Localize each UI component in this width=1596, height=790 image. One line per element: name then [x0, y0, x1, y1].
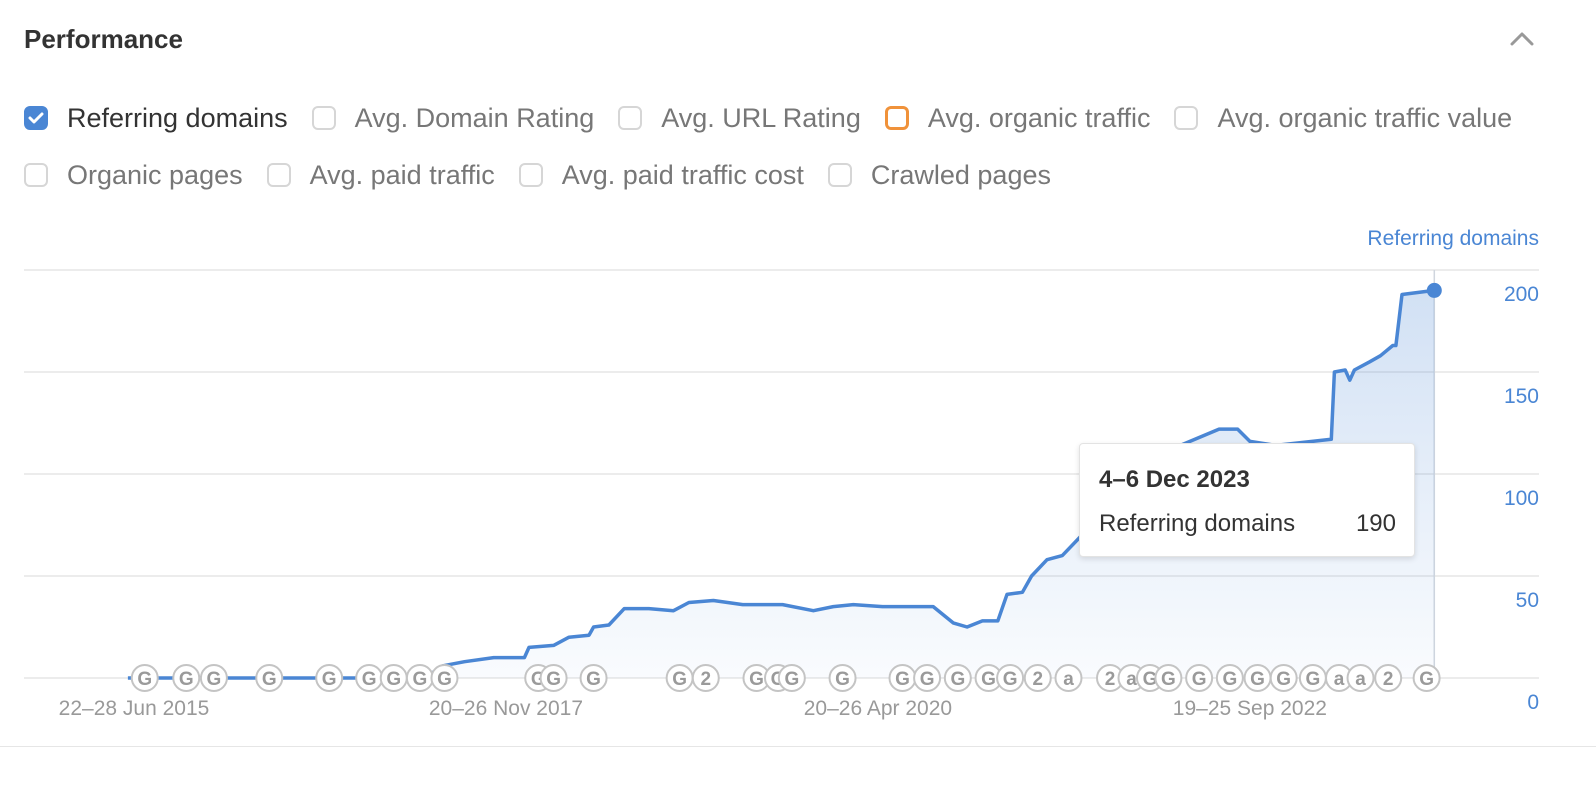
- tooltip-value: 190: [1355, 510, 1396, 537]
- y-tick-label: 150: [1504, 385, 1539, 408]
- marker-label: G: [262, 669, 277, 690]
- annotation-marker[interactable]: G: [777, 664, 806, 692]
- marker-label: G: [835, 669, 850, 690]
- marker-label: 2: [700, 669, 711, 690]
- annotation-marker[interactable]: a: [1346, 664, 1375, 692]
- marker-label: 2: [1383, 669, 1394, 690]
- y-tick-label: 50: [1516, 589, 1539, 612]
- marker-label: a: [1063, 669, 1074, 690]
- tooltip-date: 4–6 Dec 2023: [1099, 466, 1250, 493]
- marker-label: G: [207, 669, 222, 690]
- marker-label: G: [749, 669, 764, 690]
- marker-label: G: [1161, 669, 1176, 690]
- marker-label: G: [1222, 669, 1237, 690]
- annotation-marker[interactable]: a: [1054, 664, 1083, 692]
- x-tick-label: 20–26 Apr 2020: [804, 697, 952, 720]
- annotation-marker[interactable]: G: [996, 664, 1025, 692]
- annotation-marker[interactable]: G: [1269, 664, 1298, 692]
- marker-label: G: [950, 669, 965, 690]
- annotation-marker[interactable]: G: [888, 664, 917, 692]
- y-tick-label: 100: [1504, 487, 1539, 510]
- annotation-marker[interactable]: 2: [1023, 664, 1052, 692]
- marker-label: G: [672, 669, 687, 690]
- annotation-marker[interactable]: 2: [691, 664, 720, 692]
- chart-tooltip: 4–6 Dec 2023 Referring domains 190: [1079, 443, 1415, 557]
- marker-label: 2: [1105, 669, 1116, 690]
- y-tick-label: 0: [1527, 691, 1539, 714]
- marker-label: G: [1003, 669, 1018, 690]
- marker-label: 2: [1032, 669, 1043, 690]
- marker-label: G: [895, 669, 910, 690]
- marker-label: G: [981, 669, 996, 690]
- x-tick-label: 19–25 Sep 2022: [1173, 697, 1327, 720]
- marker-label: G: [586, 669, 601, 690]
- annotation-marker[interactable]: 2: [1374, 664, 1403, 692]
- marker-label: G: [179, 669, 194, 690]
- marker-label: G: [437, 669, 452, 690]
- marker-label: G: [784, 669, 799, 690]
- marker-label: G: [546, 669, 561, 690]
- annotation-marker[interactable]: G: [172, 664, 201, 692]
- annotation-marker[interactable]: G: [539, 664, 568, 692]
- marker-label: G: [412, 669, 427, 690]
- marker-label: G: [1419, 669, 1434, 690]
- annotation-marker[interactable]: G: [1243, 664, 1272, 692]
- y-tick-label: 200: [1504, 283, 1539, 306]
- marker-label: a: [1334, 669, 1345, 690]
- marker-label: G: [362, 669, 377, 690]
- marker-label: G: [137, 669, 152, 690]
- annotation-marker[interactable]: G: [355, 664, 384, 692]
- annotation-marker[interactable]: G: [828, 664, 857, 692]
- marker-label: a: [1355, 669, 1366, 690]
- annotation-marker[interactable]: G: [665, 664, 694, 692]
- annotation-marker[interactable]: G: [943, 664, 972, 692]
- annotation-marker[interactable]: G: [913, 664, 942, 692]
- hover-point: [1426, 282, 1442, 298]
- annotation-marker[interactable]: G: [1215, 664, 1244, 692]
- annotation-marker[interactable]: G: [315, 664, 344, 692]
- annotation-marker[interactable]: G: [130, 664, 159, 692]
- marker-label: G: [1276, 669, 1291, 690]
- x-tick-label: 22–28 Jun 2015: [59, 697, 210, 720]
- annotation-marker[interactable]: G: [199, 664, 228, 692]
- annotation-marker[interactable]: G: [1154, 664, 1183, 692]
- annotation-marker[interactable]: G: [579, 664, 608, 692]
- annotation-marker[interactable]: G: [1412, 664, 1441, 692]
- marker-label: a: [1126, 669, 1137, 690]
- marker-label: G: [1192, 669, 1207, 690]
- annotation-marker[interactable]: G: [1185, 664, 1214, 692]
- annotation-marker[interactable]: G: [430, 664, 459, 692]
- annotation-marker[interactable]: G: [1298, 664, 1327, 692]
- x-tick-label: 20–26 Nov 2017: [429, 697, 583, 720]
- tooltip-series-name: Referring domains: [1099, 510, 1296, 537]
- annotation-marker[interactable]: G: [255, 664, 284, 692]
- annotation-marker[interactable]: G: [379, 664, 408, 692]
- marker-label: G: [386, 669, 401, 690]
- annotation-marker[interactable]: G: [405, 664, 434, 692]
- marker-label: G: [1250, 669, 1265, 690]
- section-divider: [0, 746, 1596, 747]
- marker-label: G: [1305, 669, 1320, 690]
- marker-label: G: [322, 669, 337, 690]
- referring-domains-chart[interactable]: 050100150200GGGGGGGGGGGGG2GGGGGGGGG2a2aG…: [0, 0, 1596, 790]
- marker-label: G: [920, 669, 935, 690]
